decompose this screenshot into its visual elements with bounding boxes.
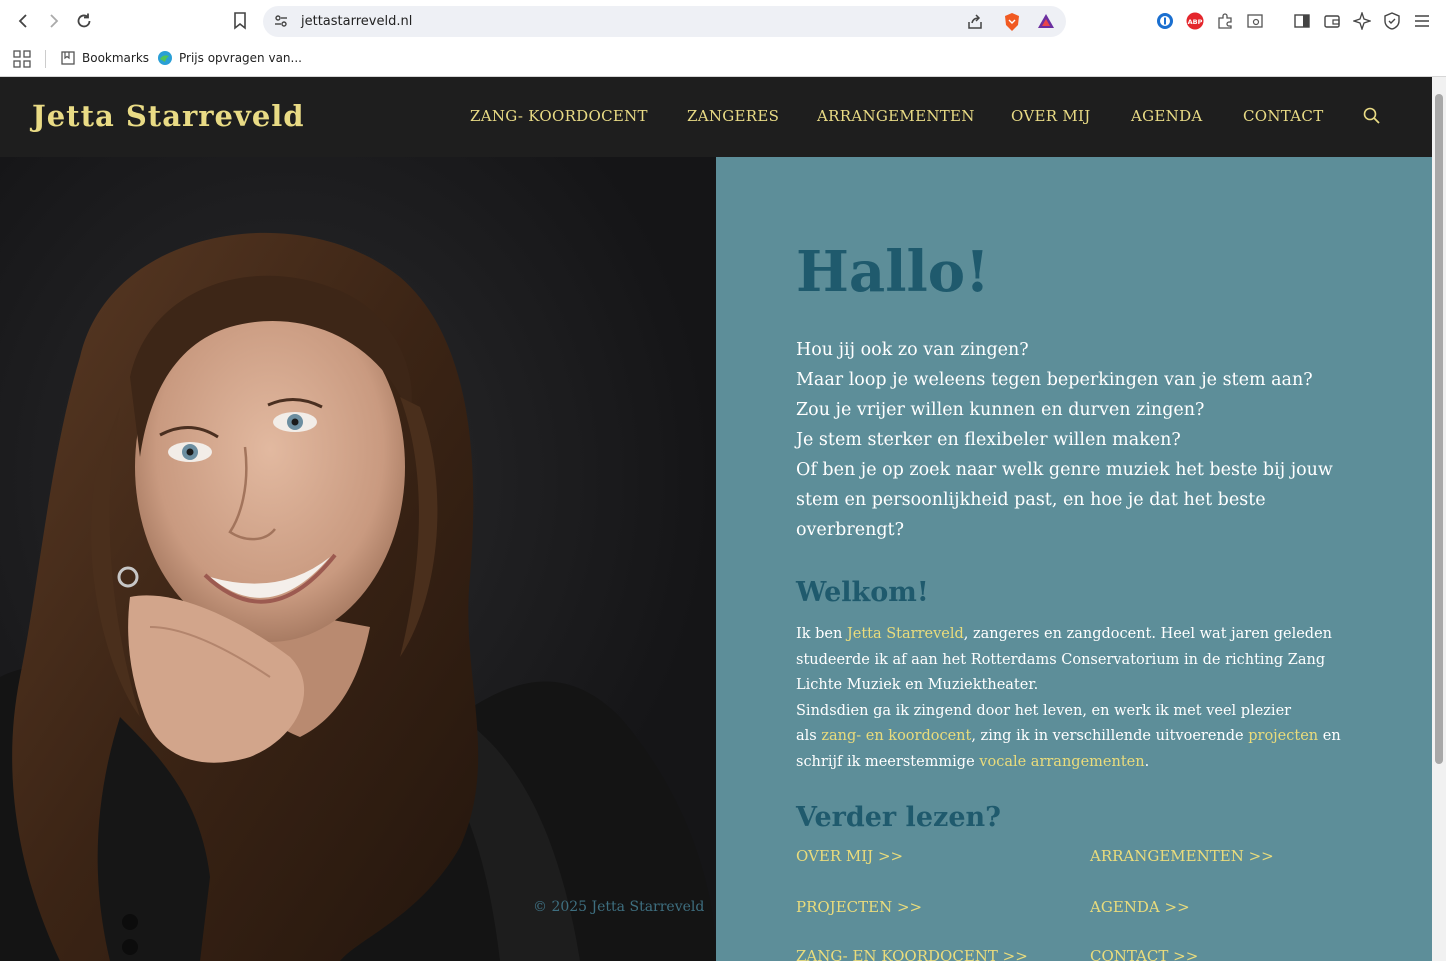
name-link[interactable]: Jetta Starreveld bbox=[847, 626, 964, 642]
read-more-zang-koordocent[interactable]: ZANG- EN KOORDOCENT >> bbox=[796, 947, 1028, 961]
browser-toolbar: jettastarreveld.nl ABP bbox=[0, 0, 1446, 42]
intro-line: Of ben je op zoek naar welk genre muziek… bbox=[796, 460, 1333, 480]
nav-over-mij[interactable]: OVER MIJ bbox=[1011, 107, 1091, 125]
edge-favicon-icon bbox=[158, 51, 172, 65]
page-scrollbar[interactable] bbox=[1432, 77, 1446, 961]
page-title: Hallo! bbox=[796, 239, 990, 305]
bookmark-icon[interactable] bbox=[228, 9, 252, 33]
read-more-heading: Verder lezen? bbox=[796, 802, 1001, 833]
welcome-line: Lichte Muziek en Muziektheater. bbox=[796, 677, 1039, 694]
read-more-agenda[interactable]: AGENDA >> bbox=[1090, 898, 1190, 916]
welcome-line: schrijf ik meerstemmige vocale arrangeme… bbox=[796, 750, 1366, 776]
nav-zang-koordocent[interactable]: ZANG- KOORDOCENT bbox=[470, 107, 648, 125]
bookmark-item-bookmarks[interactable]: Bookmarks bbox=[60, 50, 149, 66]
site-settings-icon[interactable] bbox=[273, 13, 289, 34]
reader-icon[interactable] bbox=[1245, 11, 1265, 31]
welcome-text: en bbox=[1318, 728, 1341, 745]
projecten-link[interactable]: projecten bbox=[1248, 728, 1318, 744]
leo-ai-icon[interactable] bbox=[1352, 11, 1372, 31]
apps-grid-icon[interactable] bbox=[12, 49, 32, 74]
welcome-paragraph: Ik ben Jetta Starreveld, zangeres en zan… bbox=[796, 622, 1366, 776]
bookmarks-bar: Bookmarks Prijs opvragen van... bbox=[0, 42, 1446, 77]
welcome-line: als zang- en koordocent, zing ik in vers… bbox=[796, 724, 1366, 750]
intro-line: Zou je vrijer willen kunnen en durven zi… bbox=[796, 400, 1205, 420]
bookmark-label: Prijs opvragen van... bbox=[179, 51, 302, 65]
read-more-arrangementen[interactable]: ARRANGEMENTEN >> bbox=[1090, 847, 1274, 865]
welcome-text: Ik ben bbox=[796, 626, 847, 642]
password-manager-icon[interactable] bbox=[1155, 11, 1175, 31]
portrait-photo: © 2025 Jetta Starreveld bbox=[0, 157, 716, 961]
welcome-text: als bbox=[796, 728, 822, 745]
intro-line: Hou jij ook zo van zingen? bbox=[796, 340, 1029, 360]
share-icon[interactable] bbox=[966, 13, 984, 36]
site-header: Jetta Starreveld ZANG- KOORDOCENT ZANGER… bbox=[0, 77, 1432, 157]
extensions-icon[interactable] bbox=[1215, 11, 1235, 31]
content-panel: Hallo! Hou jij ook zo van zingen? Maar l… bbox=[716, 157, 1432, 961]
portrait-illustration bbox=[0, 232, 716, 961]
intro-text: Hou jij ook zo van zingen? Maar loop je … bbox=[796, 335, 1356, 545]
nav-contact[interactable]: CONTACT bbox=[1243, 107, 1324, 125]
zang-koordocent-link[interactable]: zang- en koordocent bbox=[821, 728, 971, 744]
welcome-text: schrijf ik meerstemmige bbox=[796, 753, 980, 770]
bookmark-label: Bookmarks bbox=[82, 51, 150, 65]
welcome-line: Ik ben Jetta Starreveld, zangeres en zan… bbox=[796, 622, 1366, 648]
welcome-text: , zing ik in verschillende uitvoerende bbox=[971, 728, 1249, 745]
nav-agenda[interactable]: AGENDA bbox=[1131, 107, 1203, 125]
welcome-text: , zangeres en zangdocent. Heel wat jaren… bbox=[963, 626, 1333, 642]
sidebar-icon[interactable] bbox=[1292, 11, 1312, 31]
brave-rewards-icon[interactable] bbox=[1037, 13, 1055, 34]
intro-line: stem en persoonlijkheid past, en hoe je … bbox=[796, 490, 1266, 510]
adblock-icon[interactable]: ABP bbox=[1185, 11, 1205, 31]
read-more-contact[interactable]: CONTACT >> bbox=[1090, 947, 1198, 961]
intro-line: Maar loop je weleens tegen beperkingen v… bbox=[796, 370, 1313, 390]
read-more-projecten[interactable]: PROJECTEN >> bbox=[796, 898, 922, 916]
photo-copyright: © 2025 Jetta Starreveld bbox=[533, 899, 705, 915]
welcome-line: Sindsdien ga ik zingend door het leven, … bbox=[796, 702, 1292, 719]
website-viewport: Jetta Starreveld ZANG- KOORDOCENT ZANGER… bbox=[0, 77, 1432, 961]
site-logo[interactable]: Jetta Starreveld bbox=[32, 99, 305, 133]
folder-icon bbox=[61, 51, 75, 65]
welcome-text: . bbox=[1144, 753, 1150, 770]
intro-line: Je stem sterker en flexibeler willen mak… bbox=[796, 430, 1181, 450]
arrangementen-link[interactable]: vocale arrangementen bbox=[979, 754, 1144, 770]
url-text[interactable]: jettastarreveld.nl bbox=[301, 14, 412, 29]
forward-icon[interactable] bbox=[41, 9, 65, 33]
read-more-over-mij[interactable]: OVER MIJ >> bbox=[796, 847, 903, 865]
menu-icon[interactable] bbox=[1412, 11, 1432, 31]
welcome-line: studeerde ik af aan het Rotterdams Conse… bbox=[796, 651, 1326, 668]
back-icon[interactable] bbox=[12, 9, 36, 33]
wallet-icon[interactable] bbox=[1322, 11, 1342, 31]
scrollbar-thumb[interactable] bbox=[1435, 94, 1443, 764]
brave-shield-icon[interactable] bbox=[1003, 12, 1021, 37]
nav-arrangementen[interactable]: ARRANGEMENTEN bbox=[817, 107, 975, 125]
welcome-heading: Welkom! bbox=[796, 577, 929, 608]
search-icon[interactable] bbox=[1362, 106, 1382, 126]
reload-icon[interactable] bbox=[72, 9, 96, 33]
svg-text:ABP: ABP bbox=[1188, 18, 1203, 26]
nav-zangeres[interactable]: ZANGERES bbox=[687, 107, 779, 125]
bookmark-item-prijs[interactable]: Prijs opvragen van... bbox=[157, 50, 302, 66]
address-bar[interactable]: jettastarreveld.nl bbox=[263, 6, 1066, 37]
bookmarks-divider bbox=[45, 50, 46, 68]
vpn-shield-icon[interactable] bbox=[1382, 11, 1402, 31]
intro-line: overbrengt? bbox=[796, 520, 904, 540]
